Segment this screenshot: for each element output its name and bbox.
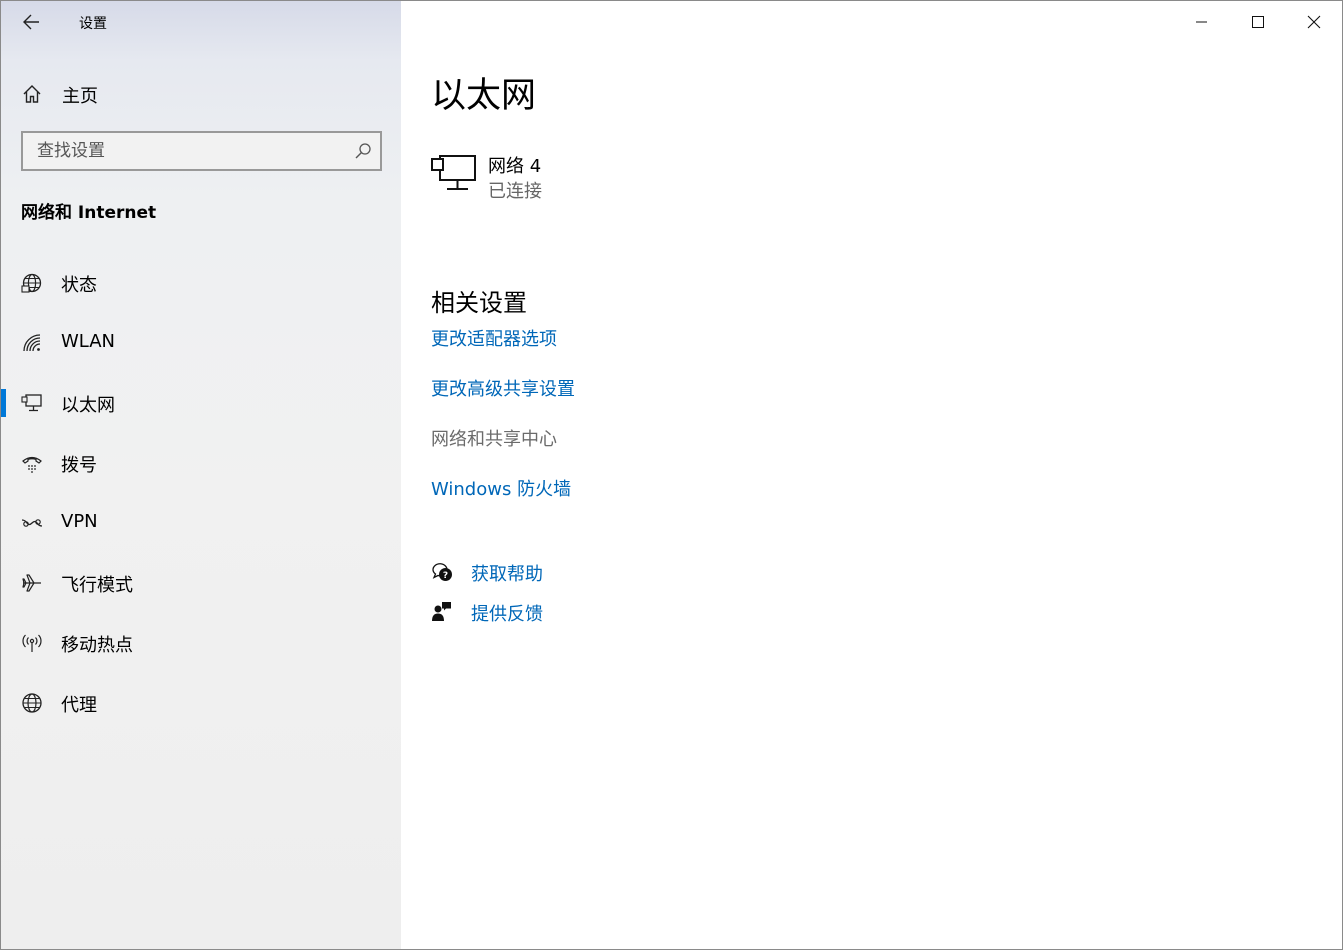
search-icon[interactable] [354, 142, 372, 160]
sidebar-item-hotspot[interactable]: 移动热点 [1, 613, 401, 673]
wifi-icon [23, 334, 41, 352]
maximize-icon [1252, 16, 1264, 28]
sidebar-item-vpn[interactable]: VPN [1, 493, 401, 553]
section-heading: 网络和 Internet [21, 203, 157, 223]
network-sharing-center-link: 网络和共享中心 [431, 429, 557, 450]
help-chat-icon: ? [432, 563, 452, 581]
sidebar-item-label: 拨号 [61, 455, 97, 476]
ethernet-network-icon [431, 155, 476, 190]
network-entry[interactable]: 网络 4 已连接 [431, 151, 731, 207]
app-title: 设置 [79, 16, 107, 32]
back-button[interactable] [19, 9, 45, 35]
network-name: 网络 4 [488, 156, 542, 177]
sidebar-item-ethernet[interactable]: 以太网 [1, 373, 401, 433]
hotspot-icon [22, 634, 42, 652]
svg-text:?: ? [443, 571, 448, 581]
minimize-button[interactable] [1174, 1, 1230, 43]
status-globe-icon [21, 273, 42, 293]
feedback-person-icon [432, 602, 451, 621]
maximize-button[interactable] [1230, 1, 1286, 43]
back-arrow-icon [23, 14, 39, 30]
page-title: 以太网 [431, 76, 537, 116]
sidebar-item-home[interactable]: 主页 [1, 73, 401, 113]
close-icon [1307, 15, 1321, 29]
get-help-label: 获取帮助 [471, 564, 543, 585]
give-feedback-label: 提供反馈 [471, 604, 543, 625]
minimize-icon [1196, 21, 1207, 23]
sidebar-item-label: 代理 [61, 695, 97, 716]
change-advanced-sharing-link[interactable]: 更改高级共享设置 [431, 375, 575, 401]
search-input[interactable] [37, 139, 337, 163]
home-icon [23, 85, 41, 103]
sidebar-item-label: 飞行模式 [61, 575, 133, 596]
close-button[interactable] [1286, 1, 1342, 43]
dialup-icon [22, 456, 42, 473]
related-settings-heading: 相关设置 [431, 289, 527, 317]
titlebar-left: 设置 [1, 1, 401, 43]
windows-firewall-link[interactable]: Windows 防火墙 [431, 475, 571, 501]
give-feedback-link[interactable]: 提供反馈 [431, 598, 731, 628]
selected-indicator [1, 389, 6, 417]
globe-icon [22, 693, 42, 713]
sidebar-item-status[interactable]: 状态 [1, 253, 401, 313]
change-adapter-options-link[interactable]: 更改适配器选项 [431, 325, 557, 351]
main-content: 以太网 网络 4 已连接 相关设置 更改适配器选项 更改高级共享设置 网络和共享… [401, 1, 1342, 949]
sidebar-item-label: WLAN [61, 331, 116, 352]
sidebar-item-label: 移动热点 [61, 635, 133, 656]
sidebar: 设置 主页 网络和 Internet [1, 1, 401, 949]
sidebar-item-label: 以太网 [61, 395, 115, 416]
sidebar-item-wlan[interactable]: WLAN [1, 313, 401, 373]
ethernet-icon [21, 394, 42, 412]
network-status: 已连接 [488, 181, 542, 202]
sidebar-item-proxy[interactable]: 代理 [1, 673, 401, 733]
sidebar-item-dialup[interactable]: 拨号 [1, 433, 401, 493]
airplane-icon [22, 574, 41, 592]
sidebar-item-label: 状态 [61, 275, 97, 296]
settings-window: 设置 主页 网络和 Internet [0, 0, 1343, 950]
nav-list: 状态 WLAN 以太网 拨号 VPN 飞行模式 移动热点 代理 [1, 253, 401, 733]
vpn-icon [21, 519, 43, 527]
search-box [21, 131, 382, 171]
sidebar-item-label: VPN [61, 511, 98, 532]
home-label: 主页 [62, 86, 98, 107]
get-help-link[interactable]: ? 获取帮助 [431, 558, 731, 588]
sidebar-item-airplane[interactable]: 飞行模式 [1, 553, 401, 613]
